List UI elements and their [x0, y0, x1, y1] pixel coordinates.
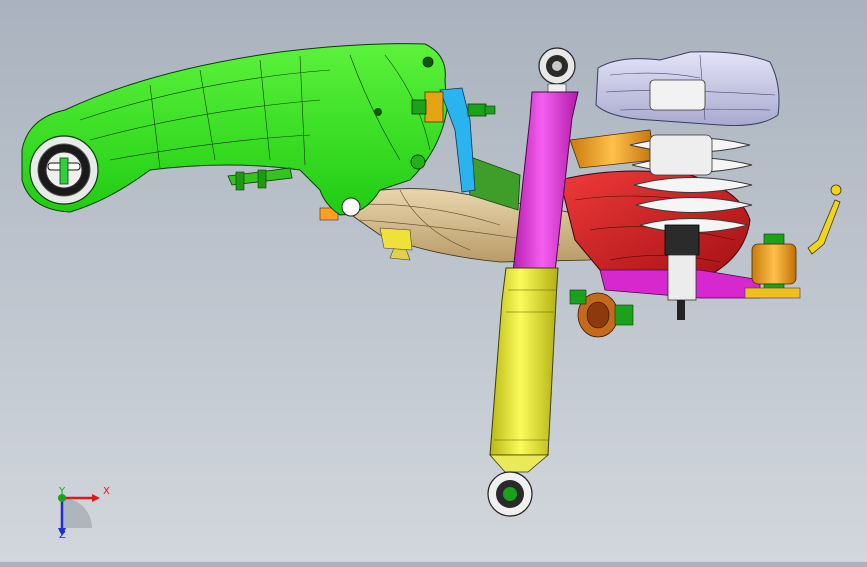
triad-z-label: Z — [59, 530, 66, 541]
stabilizer-ball-icon — [830, 184, 842, 196]
yellow-bracket[interactable] — [379, 227, 413, 251]
shock-absorber[interactable] — [487, 47, 579, 517]
suspension-model[interactable] — [0, 0, 867, 562]
triad-y-label: Y — [59, 486, 66, 497]
triad-x-label: X — [103, 486, 110, 497]
small-bracket[interactable] — [227, 167, 293, 191]
top-mount[interactable] — [595, 51, 780, 126]
cad-viewport[interactable]: X Y Z — [0, 0, 867, 562]
bushing-orange[interactable] — [744, 233, 801, 299]
stabilizer-link[interactable] — [807, 199, 841, 255]
bushing-brown[interactable] — [569, 289, 634, 338]
